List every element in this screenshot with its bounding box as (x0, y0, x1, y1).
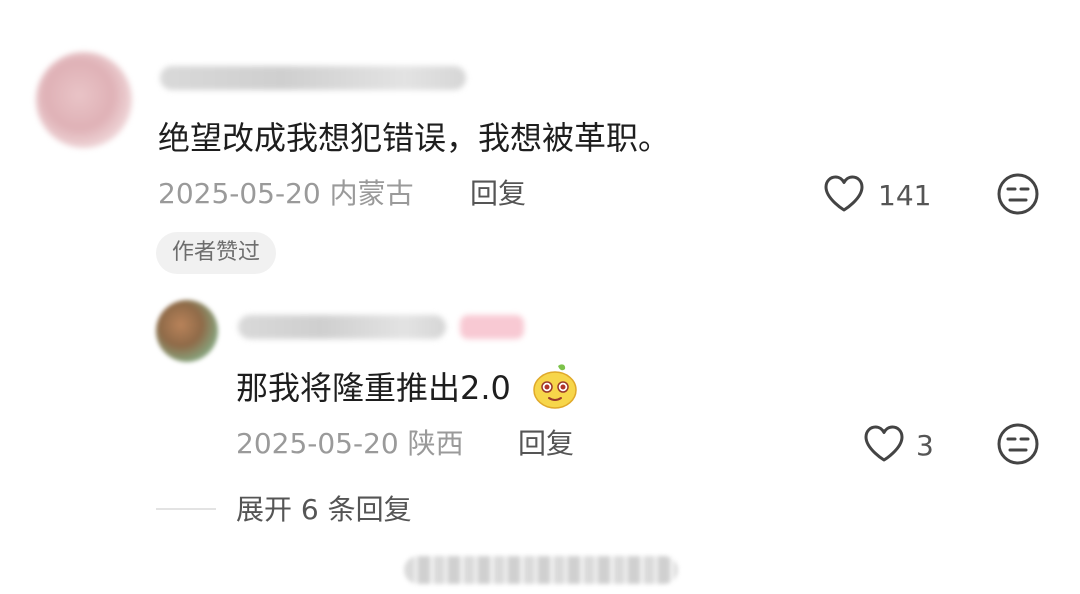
reply-like-count: 3 (916, 429, 934, 462)
reply-meta: 2025-05-20 陕西 (236, 426, 464, 462)
heart-outline-icon[interactable] (822, 174, 866, 214)
reply-location: 陕西 (407, 427, 464, 460)
username-blurred[interactable] (160, 66, 466, 90)
neutral-face-icon[interactable] (996, 422, 1040, 466)
comment-text: 绝望改成我想犯错误，我想被革职。 (158, 119, 671, 157)
comment-date: 2025-05-20 (158, 177, 321, 210)
reply-user-avatar[interactable] (156, 300, 218, 362)
watermark-blurred (404, 556, 678, 584)
divider-line (156, 508, 216, 510)
yellow-character-emoji (533, 364, 577, 409)
reply-date: 2025-05-20 (236, 427, 399, 460)
reply-to-reply-button[interactable]: 回复 (518, 426, 574, 462)
heart-outline-icon[interactable] (862, 424, 906, 464)
user-tag-blurred (460, 315, 524, 339)
reply-text: 那我将隆重推出2.0 (236, 369, 511, 407)
like-count: 141 (878, 179, 932, 212)
author-liked-badge: 作者赞过 (156, 232, 277, 274)
user-avatar[interactable] (36, 52, 132, 148)
comment-thread: 绝望改成我想犯错误，我想被革职。 2025-05-20 内蒙古 回复 141 作… (0, 0, 1080, 594)
comment-location: 内蒙古 (329, 177, 414, 210)
neutral-face-icon[interactable] (996, 172, 1040, 216)
expand-replies-button[interactable]: 展开 6 条回复 (236, 492, 412, 528)
comment-meta: 2025-05-20 内蒙古 (158, 176, 414, 212)
reply-username-blurred[interactable] (238, 315, 446, 339)
reply-button[interactable]: 回复 (470, 176, 526, 212)
